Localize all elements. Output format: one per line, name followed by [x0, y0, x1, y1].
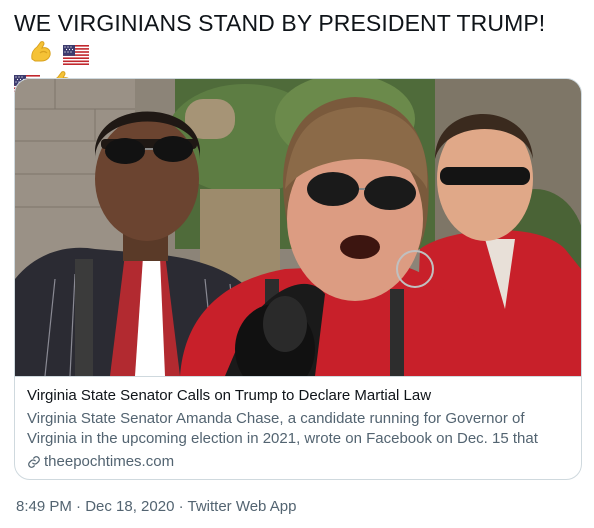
- flexed-biceps-icon: [28, 39, 54, 65]
- link-icon: [27, 455, 41, 469]
- card-image[interactable]: [15, 79, 581, 376]
- card-divider: [15, 376, 581, 377]
- card-title[interactable]: Virginia State Senator Calls on Trump to…: [27, 386, 573, 406]
- tweet-text-content: WE VIRGINIANS STAND BY PRESIDENT TRUMP!: [14, 10, 546, 36]
- card-domain[interactable]: theepochtimes.com: [27, 452, 573, 472]
- link-preview-card[interactable]: Virginia State Senator Calls on Trump to…: [14, 78, 582, 480]
- us-flag-icon: [62, 45, 89, 65]
- card-domain-text[interactable]: theepochtimes.com: [44, 452, 174, 472]
- tweet-timestamp[interactable]: 8:49 PM · Dec 18, 2020 · Twitter Web App: [16, 497, 296, 517]
- card-description: Virginia State Senator Amanda Chase, a c…: [27, 410, 538, 447]
- card-body[interactable]: Virginia State Senator Calls on Trump to…: [27, 386, 573, 472]
